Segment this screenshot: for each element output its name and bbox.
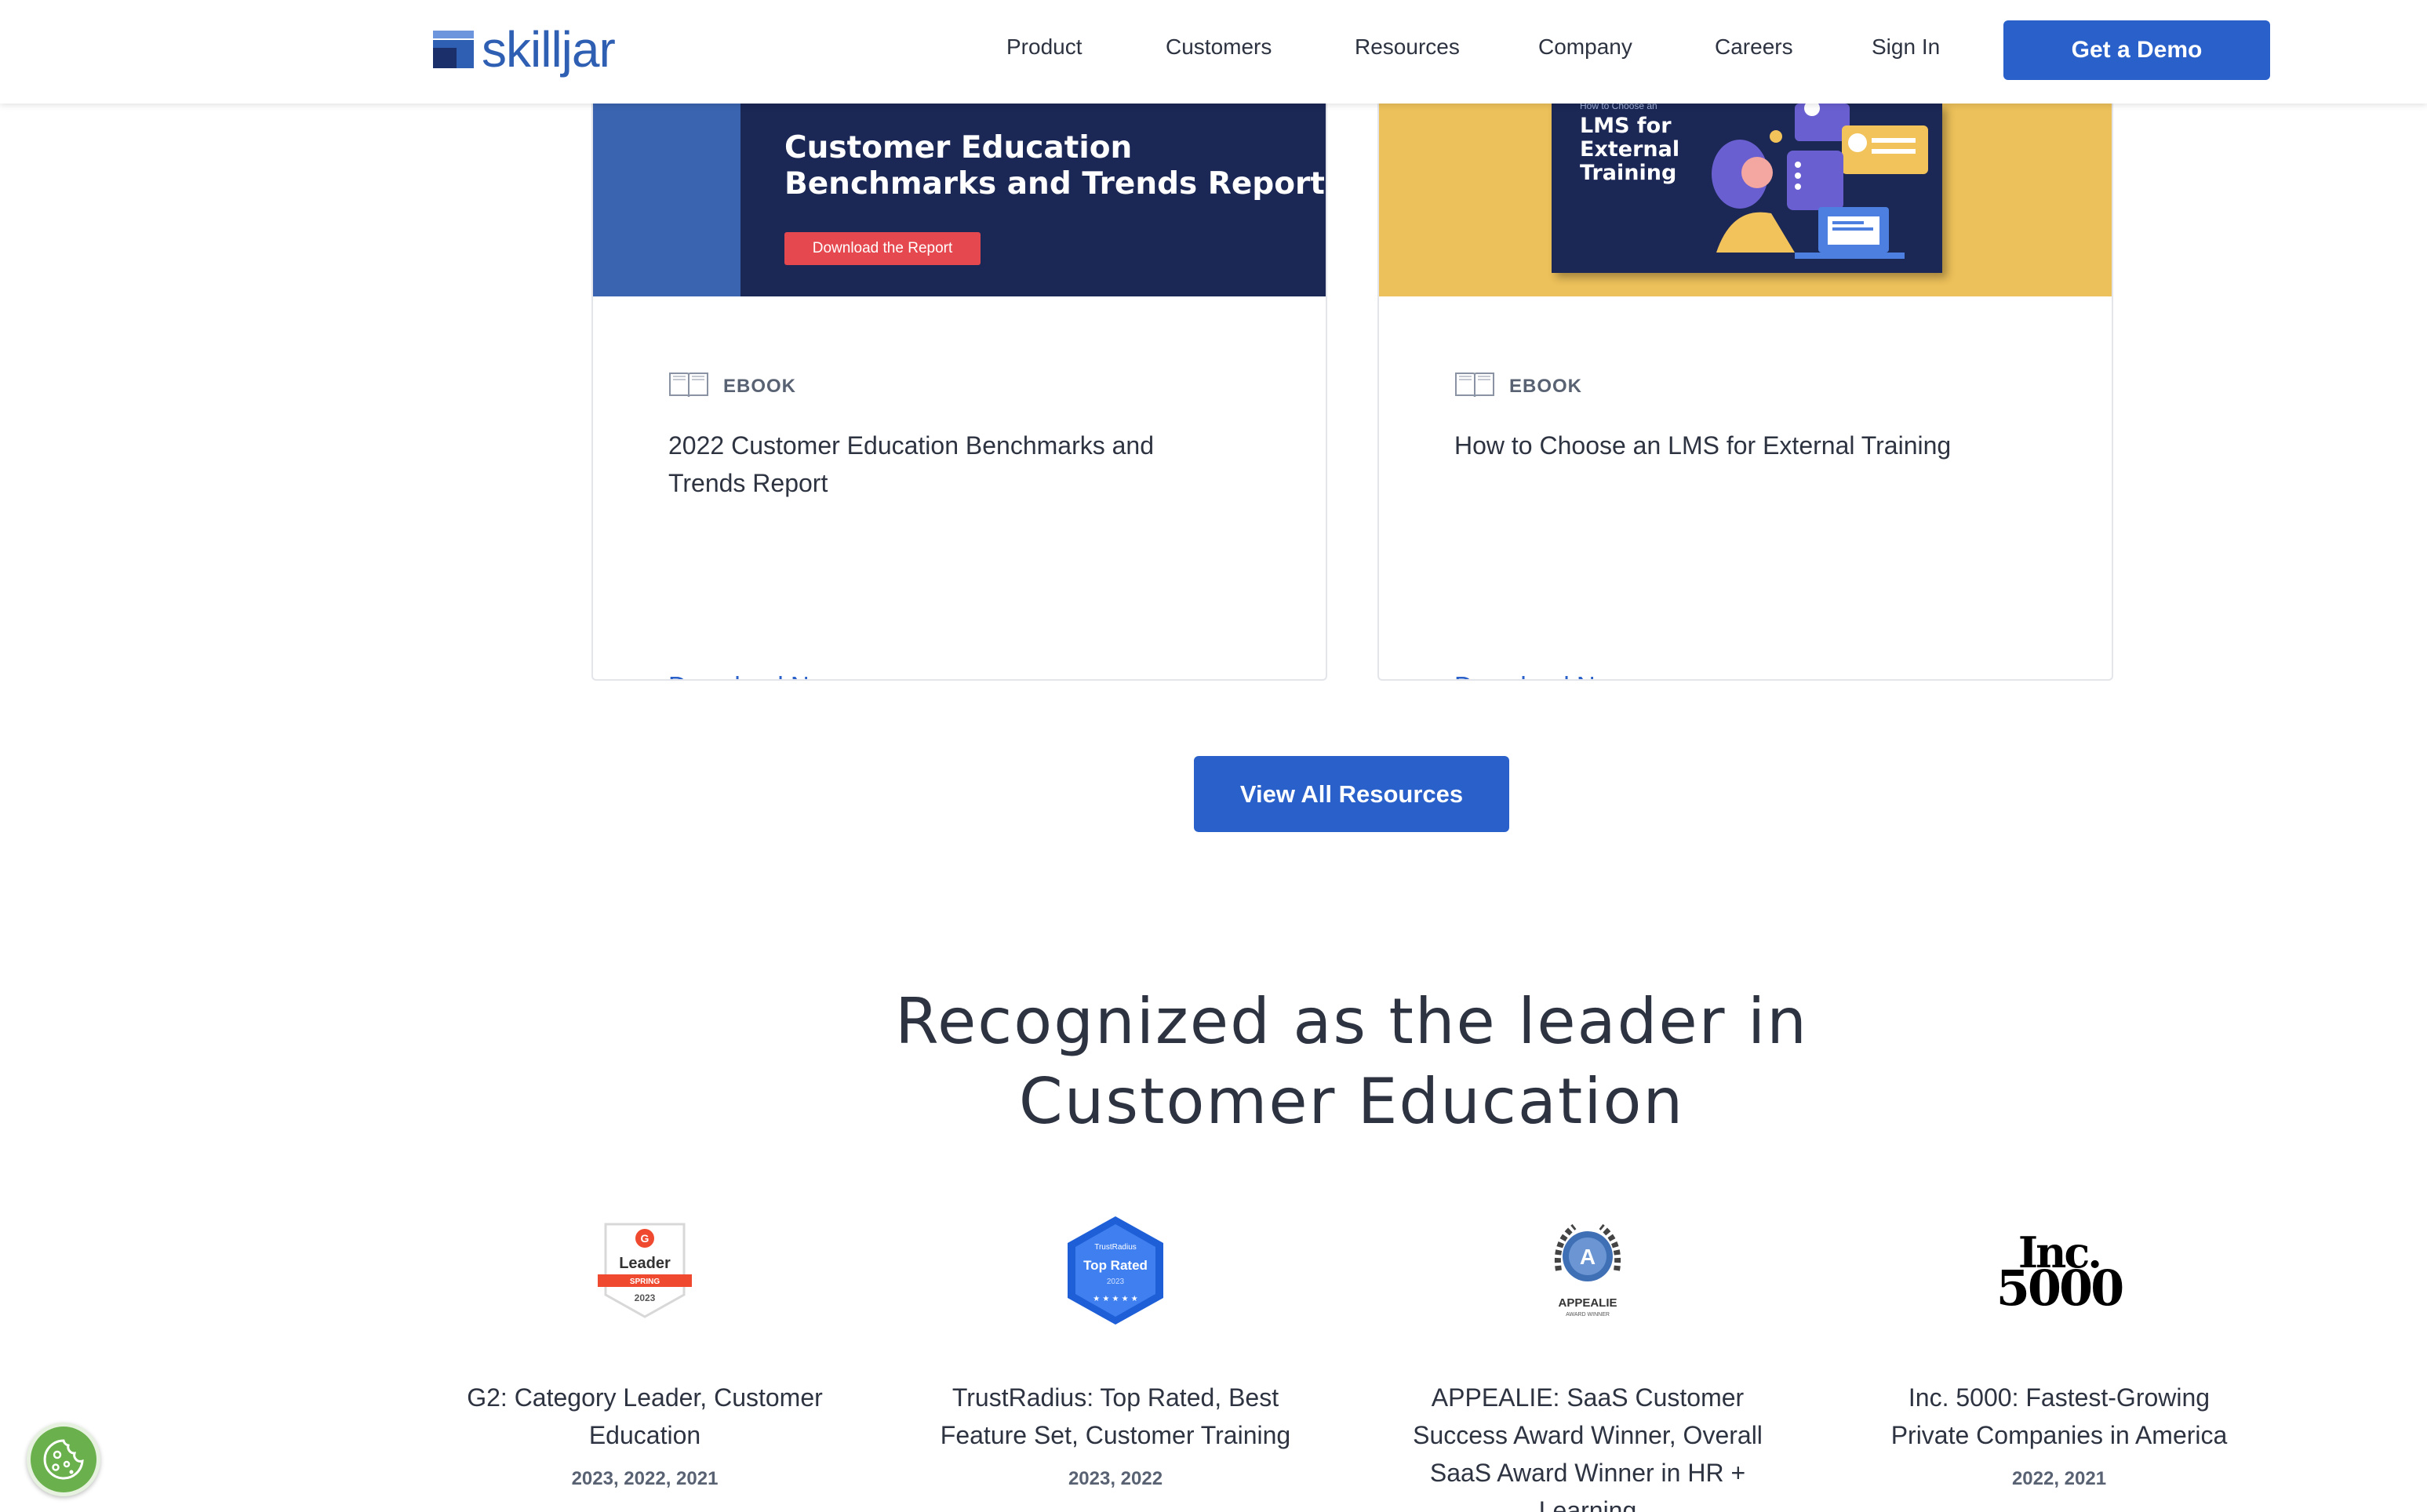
book-icon	[668, 370, 709, 402]
banner-title: Customer Education Benchmarks and Trends…	[784, 130, 1325, 202]
award-item: G Leader SPRING 2023 G2: Category Leader…	[457, 1208, 833, 1490]
award-name: APPEALIE: SaaS Customer Success Award Wi…	[1413, 1383, 1763, 1512]
card-title[interactable]: How to Choose an LMS for External Traini…	[1454, 427, 2019, 464]
card-banner-image: How to Choose an LMS for External Traini…	[1379, 104, 2112, 296]
svg-text:TrustRadius: TrustRadius	[1094, 1243, 1137, 1252]
g2-leader-badge: G Leader SPRING 2023	[457, 1208, 833, 1333]
card-type-label: EBOOK	[1509, 375, 1583, 397]
banner-title: LMS for External Training	[1580, 114, 1680, 185]
award-years: 2023, 2022, 2021	[571, 1468, 719, 1489]
svg-text:2023: 2023	[635, 1292, 656, 1303]
download-now-label: Download Now	[1454, 671, 1628, 679]
svg-text:★ ★ ★ ★ ★: ★ ★ ★ ★ ★	[1093, 1295, 1138, 1303]
svg-text:APPEALIE: APPEALIE	[1558, 1296, 1617, 1310]
award-item: A APPEALIE AWARD WINNER APPEALIE: SaaS C…	[1399, 1208, 1776, 1512]
logo-text: skilljar	[482, 21, 616, 78]
award-years: 2023, 2022	[1068, 1468, 1163, 1489]
inc-5000-logo: Inc. 5000	[1871, 1208, 2247, 1333]
woman-at-computer-illustration	[1712, 104, 1928, 259]
banner-small-text: How to Choose an	[1580, 104, 1657, 111]
svg-text:AWARD WINNER: AWARD WINNER	[1566, 1312, 1610, 1318]
svg-text:Leader: Leader	[619, 1255, 671, 1272]
download-now-link[interactable]: Download Now →	[1454, 671, 1666, 679]
nav-sign-in[interactable]: Sign In	[1872, 35, 1940, 60]
banner-stripe	[593, 104, 740, 296]
view-all-resources-button[interactable]: View All Resources	[1194, 756, 1509, 832]
download-now-link[interactable]: Download Now →	[668, 671, 880, 679]
award-item: TrustRadius Top Rated 2023 ★ ★ ★ ★ ★ Tru…	[927, 1208, 1304, 1490]
nav-careers[interactable]: Careers	[1715, 35, 1793, 60]
nav-company[interactable]: Company	[1538, 35, 1632, 60]
award-name: TrustRadius: Top Rated, Best Feature Set…	[940, 1383, 1291, 1449]
card-banner-image: Customer Education Benchmarks and Trends…	[593, 104, 1326, 296]
site-header: skilljar Product Customers Resources Com…	[0, 0, 2427, 104]
nav-product[interactable]: Product	[1006, 35, 1083, 60]
card-type: EBOOK	[1454, 370, 1582, 402]
skilljar-logo[interactable]: skilljar	[433, 21, 616, 78]
resource-card[interactable]: Customer Education Benchmarks and Trends…	[591, 104, 1327, 681]
card-title[interactable]: 2022 Customer Education Benchmarks and T…	[668, 427, 1233, 502]
cookie-icon	[43, 1439, 84, 1480]
book-icon	[1454, 370, 1495, 402]
arrow-right-icon: →	[1643, 673, 1666, 679]
banner-download-button: Download the Report	[784, 232, 981, 265]
svg-text:SPRING: SPRING	[630, 1278, 660, 1286]
nav-resources[interactable]: Resources	[1355, 35, 1460, 60]
inc-5000-wordmark: Inc. 5000	[1996, 1227, 2125, 1317]
cookie-settings-button[interactable]	[27, 1423, 100, 1496]
award-item: Inc. 5000 Inc. 5000: Fastest-Growing Pri…	[1871, 1208, 2247, 1490]
get-demo-button[interactable]: Get a Demo	[2003, 20, 2270, 80]
svg-text:G: G	[641, 1232, 650, 1245]
award-name: G2: Category Leader, Customer Education	[467, 1383, 823, 1449]
svg-text:2023: 2023	[1107, 1278, 1125, 1286]
appealie-award-badge: A APPEALIE AWARD WINNER	[1399, 1208, 1776, 1333]
card-type-label: EBOOK	[723, 375, 797, 397]
section-title: Recognized as the leader in Customer Edu…	[895, 985, 1808, 1138]
award-name: Inc. 5000: Fastest-Growing Private Compa…	[1890, 1383, 2228, 1449]
trustradius-top-rated-badge: TrustRadius Top Rated 2023 ★ ★ ★ ★ ★	[927, 1208, 1304, 1333]
banner-book-cover: How to Choose an LMS for External Traini…	[1552, 104, 1942, 273]
download-now-label: Download Now	[668, 671, 842, 679]
svg-text:A: A	[1580, 1245, 1596, 1269]
card-type: EBOOK	[668, 370, 796, 402]
award-years: 2022, 2021	[2011, 1468, 2107, 1489]
resource-card[interactable]: How to Choose an LMS for External Traini…	[1377, 104, 2113, 681]
nav-customers[interactable]: Customers	[1166, 35, 1272, 60]
arrow-right-icon: →	[857, 673, 880, 679]
svg-text:Top Rated: Top Rated	[1083, 1258, 1148, 1273]
logo-icon	[433, 29, 474, 70]
